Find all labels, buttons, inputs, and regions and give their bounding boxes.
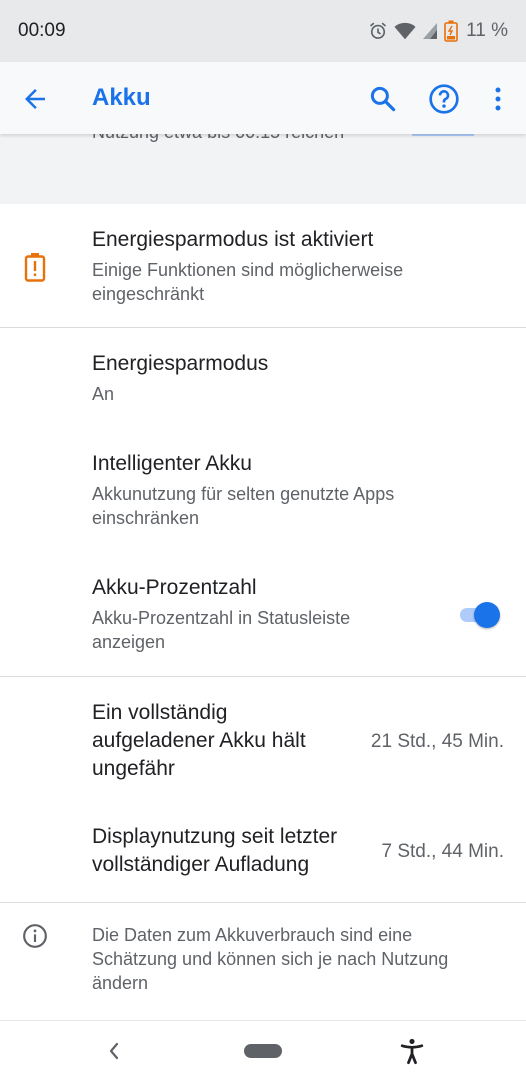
setting-battery-percentage[interactable]: Akku-Prozentzahl Akku-Prozentzahl in Sta…: [0, 552, 526, 676]
info-icon: [23, 924, 47, 948]
banner-title: Energiesparmodus ist aktiviert: [92, 228, 374, 251]
setting-subtitle: Akku-Prozentzahl in Statusleiste anzeige…: [92, 608, 351, 652]
remaining-time-text: Nutzung etwa bis 00:15 reichen: [92, 134, 344, 143]
nav-home-pill[interactable]: [244, 1044, 282, 1058]
wifi-icon: [394, 22, 416, 40]
page-title: Akku: [92, 84, 151, 111]
setting-subtitle: Akkunutzung für selten genutzte Apps ein…: [92, 484, 395, 528]
back-arrow-icon[interactable]: [20, 84, 50, 114]
battery-percentage-toggle[interactable]: [458, 600, 502, 630]
status-icons: 11 %: [368, 18, 508, 44]
status-bar: 00:09 11 %: [0, 0, 526, 62]
battery-summary-header: Nutzung etwa bis 00:15 reichen: [0, 134, 526, 204]
setting-title: Akku-Prozentzahl: [92, 576, 257, 599]
stat-label: Ein vollständig aufgeladener Akku hält u…: [92, 701, 306, 780]
nav-back-icon[interactable]: [104, 1039, 124, 1063]
setting-adaptive-battery[interactable]: Intelligenter Akku Akkunutzung für selte…: [0, 428, 526, 552]
setting-title: Energiesparmodus: [92, 352, 269, 375]
help-icon[interactable]: [428, 83, 460, 115]
status-time: 00:09: [18, 20, 66, 41]
stat-screen-usage: Displaynutzung seit letzter vollständige…: [0, 797, 526, 901]
info-text: Die Daten zum Akkuverbrauch sind eine Sc…: [92, 925, 449, 993]
accessibility-icon[interactable]: [398, 1037, 426, 1065]
setting-subtitle: An: [92, 384, 115, 404]
battery-saver-banner[interactable]: Energiesparmodus ist aktiviert Einige Fu…: [0, 204, 526, 328]
battery-low-icon: [444, 20, 458, 42]
battery-alert-icon: [24, 253, 46, 282]
alarm-icon: [370, 22, 387, 39]
app-bar: Akku: [0, 62, 526, 134]
banner-subtitle: Einige Funktionen sind möglicherweise ei…: [92, 260, 404, 304]
battery-usage-info: Die Daten zum Akkuverbrauch sind eine Sc…: [0, 903, 526, 1019]
status-battery-percent: 11 %: [466, 20, 508, 41]
stat-full-charge-lasts: Ein vollständig aufgeladener Akku hält u…: [0, 677, 526, 797]
navigation-bar: [0, 1020, 526, 1080]
stat-value: 7 Std., 44 Min.: [381, 841, 504, 862]
more-vert-icon[interactable]: [486, 84, 510, 114]
toggle-thumb: [474, 602, 500, 628]
stat-label: Displaynutzung seit letzter vollständige…: [92, 825, 338, 876]
battery-progress-bar: [412, 134, 474, 136]
setting-title: Intelligenter Akku: [92, 452, 252, 475]
cell-signal-icon: [423, 23, 438, 39]
search-icon[interactable]: [368, 84, 398, 114]
stat-value: 21 Std., 45 Min.: [370, 731, 504, 752]
setting-battery-saver[interactable]: Energiesparmodus An: [0, 328, 526, 428]
